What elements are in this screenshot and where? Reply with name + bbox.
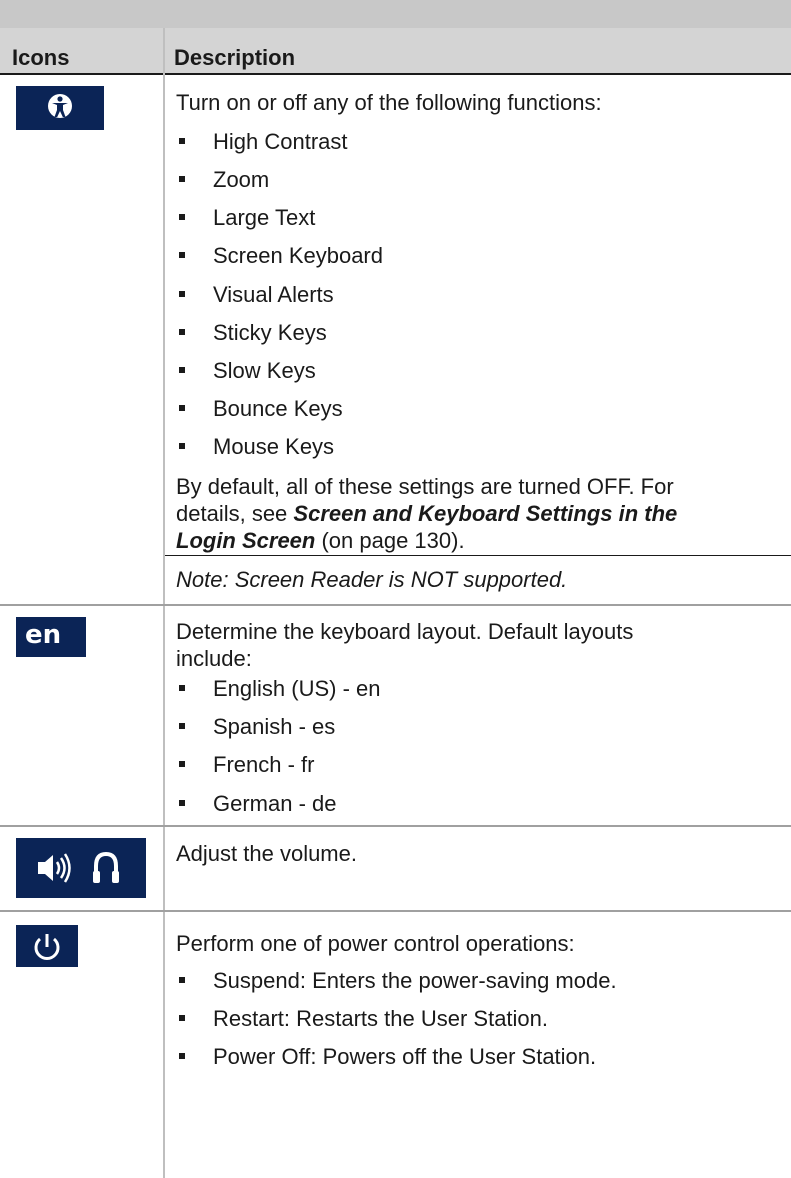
list-item: Mouse Keys [213, 434, 335, 459]
list-item: Slow Keys [213, 358, 316, 383]
table-header: Icons Description [0, 28, 791, 75]
list-item: English (US) - en [213, 676, 381, 701]
bullet [179, 800, 185, 806]
list-item: Suspend: Enters the power-saving mode. [213, 968, 617, 993]
row1-intro: Turn on or off any of the following func… [176, 90, 602, 115]
bullet [179, 443, 185, 449]
top-bar [0, 0, 791, 28]
row3-description: Adjust the volume. [176, 841, 357, 866]
default-note-pre: details, see [176, 501, 294, 526]
keyboard-layout-icon-text: en [25, 620, 62, 650]
accessibility-icon [16, 86, 104, 130]
list-item: German - de [213, 791, 337, 816]
note-rule [165, 555, 791, 556]
row2-intro-line1: Determine the keyboard layout. Default l… [176, 619, 634, 644]
bullet [179, 138, 185, 144]
list-item: Restart: Restarts the User Station. [213, 1006, 549, 1031]
list-item: High Contrast [213, 129, 348, 154]
list-item: Visual Alerts [213, 282, 334, 307]
list-item: Large Text [213, 205, 316, 230]
row1-default-note: By default, all of these settings are tu… [176, 473, 677, 554]
bullet [179, 291, 185, 297]
keyboard-layout-icon: en [16, 617, 86, 657]
description-column-header: Description [174, 45, 296, 70]
row4-intro: Perform one of power control operations: [176, 931, 575, 956]
list-item: Spanish - es [213, 714, 336, 739]
cross-reference-link-line1[interactable]: Screen and Keyboard Settings in the [293, 501, 677, 526]
row-divider [0, 825, 791, 827]
bullet [179, 1053, 185, 1059]
volume-headphones-icon-group [16, 838, 146, 898]
default-note-line1: By default, all of these settings are tu… [176, 474, 674, 499]
bullet [179, 252, 185, 258]
bullet [179, 329, 185, 335]
cross-reference-link-line2[interactable]: Login Screen [176, 528, 315, 553]
list-item: Screen Keyboard [213, 243, 383, 268]
bullet [179, 977, 185, 983]
bullet [179, 723, 185, 729]
list-item: Zoom [213, 167, 270, 192]
list-item: Power Off: Powers off the User Station. [213, 1044, 597, 1069]
list-item: French - fr [213, 752, 315, 777]
list-item: Bounce Keys [213, 396, 343, 421]
row-divider [0, 910, 791, 912]
bullet [179, 761, 185, 767]
power-icon [16, 925, 78, 967]
bullet [179, 214, 185, 220]
default-note-post: (on page 130). [315, 528, 465, 553]
row2-intro-line2: include: [176, 646, 252, 671]
bullet [179, 1015, 185, 1021]
row-divider [0, 604, 791, 606]
bullet [179, 367, 185, 373]
volume-icon [38, 853, 71, 883]
bullet [179, 176, 185, 182]
bullet [179, 685, 185, 691]
list-item: Sticky Keys [213, 320, 327, 345]
screen-reader-note: Note: Screen Reader is NOT supported. [176, 567, 568, 592]
column-divider [163, 28, 165, 1178]
headphones-icon [93, 851, 119, 883]
icons-column-header: Icons [12, 45, 70, 70]
bullet [179, 405, 185, 411]
row2-intro: Determine the keyboard layout. Default l… [176, 618, 633, 672]
